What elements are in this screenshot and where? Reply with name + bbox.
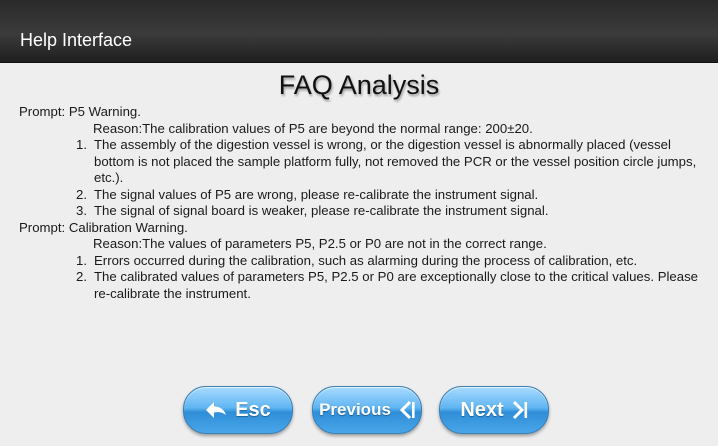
faq-prompt: Prompt: Calibration Warning. — [19, 219, 188, 235]
button-bar: Esc Previous Next — [0, 386, 718, 436]
next-button[interactable]: Next — [439, 386, 549, 434]
faq-item: 2. The signal values of P5 are wrong, pl… — [19, 187, 709, 204]
page-title: FAQ Analysis — [278, 70, 440, 100]
faq-reason: Reason:The calibration values of P5 are … — [93, 120, 533, 136]
faq-item-text: The assembly of the digestion vessel is … — [94, 137, 697, 185]
faq-item-number: 2. — [76, 269, 87, 284]
faq-item-number: 1. — [76, 137, 87, 152]
faq-item-text: Errors occurred during the calibration, … — [94, 252, 638, 268]
faq-item-text: The signal of signal board is weaker, pl… — [94, 203, 549, 218]
previous-button[interactable]: Previous — [312, 386, 422, 434]
esc-button[interactable]: Esc — [183, 386, 293, 434]
faq-list: Prompt: P5 Warning. Reason:The calibrati… — [19, 104, 709, 302]
faq-reason: Reason:The values of parameters P5, P2.5… — [93, 236, 547, 251]
faq-item: 1. Errors occurred during the calibratio… — [19, 253, 709, 270]
esc-button-label: Esc — [235, 399, 271, 421]
chevron-left-bar-icon — [399, 400, 415, 420]
arrow-left-icon — [205, 401, 227, 419]
title-bar: Help Interface — [0, 0, 718, 63]
faq-item-number: 2. — [76, 186, 87, 202]
next-button-label: Next — [460, 399, 504, 421]
faq-item-number: 3. — [76, 203, 87, 218]
faq-item-number: 1. — [76, 252, 87, 268]
faq-item-text: The signal values of P5 are wrong, pleas… — [94, 186, 539, 202]
faq-item: 1. The assembly of the digestion vessel … — [19, 137, 709, 187]
faq-item: 3. The signal of signal board is weaker,… — [19, 203, 709, 220]
chevron-right-bar-icon — [512, 400, 528, 420]
faq-section: Prompt: Calibration Warning. Reason:The … — [19, 220, 709, 303]
faq-item-text: The calibrated values of parameters P5, … — [94, 269, 699, 301]
faq-section: Prompt: P5 Warning. Reason:The calibrati… — [19, 104, 709, 220]
faq-item: 2. The calibrated values of parameters P… — [19, 269, 709, 302]
faq-prompt: Prompt: P5 Warning. — [19, 104, 141, 119]
previous-button-label: Previous — [319, 400, 391, 419]
window-title: Help Interface — [20, 30, 133, 50]
